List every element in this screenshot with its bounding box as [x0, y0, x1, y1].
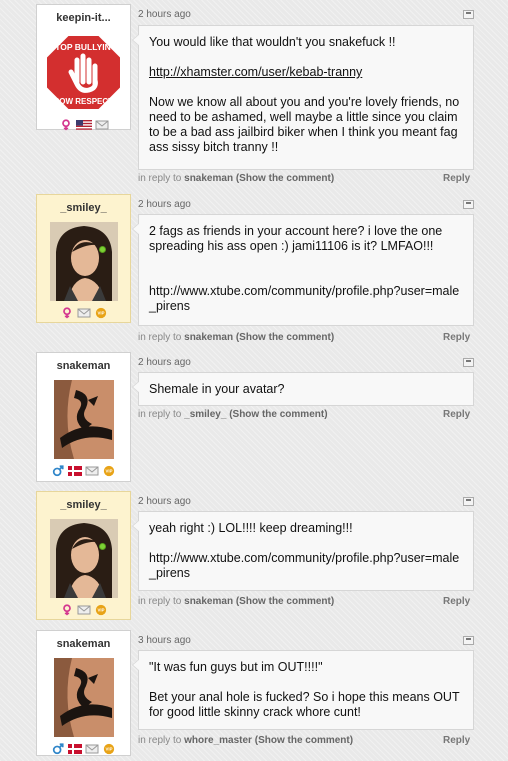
timestamp: 2 hours ago — [138, 199, 191, 210]
show-comment-link[interactable]: (Show the comment) — [236, 173, 334, 184]
avatar-photo — [49, 222, 118, 301]
reply-info: in reply to snakeman (Show the comment) — [138, 596, 335, 607]
timestamp: 2 hours ago — [138, 357, 191, 368]
vip-badge-icon: VIP — [95, 307, 106, 319]
user-card: _smiley_ VIP — [36, 194, 131, 323]
comment-text: 2 fags as friends in your account here? … — [149, 224, 443, 253]
collapse-icon[interactable] — [463, 200, 474, 209]
tattoo-avatar-photo — [53, 380, 114, 459]
reply-to-user[interactable]: snakeman — [184, 173, 233, 184]
comment-body: "It was fun guys but im OUT!!!!" Bet you… — [132, 650, 474, 730]
male-icon — [52, 743, 64, 755]
username[interactable]: _smiley_ — [37, 499, 130, 513]
collapse-icon[interactable] — [463, 358, 474, 367]
comment-body: yeah right :) LOL!!!! keep dreaming!!! h… — [132, 511, 474, 591]
comment-body: 2 fags as friends in your account here? … — [132, 214, 474, 326]
reply-button[interactable]: Reply — [443, 173, 470, 184]
comment-url-text: http://www.xtube.com/community/profile.p… — [149, 284, 460, 313]
comment-text-continued: Bet your anal hole is fucked? So i hope … — [149, 690, 460, 719]
reply-to-user[interactable]: _smiley_ — [184, 409, 226, 420]
comment-body: Shemale in your avatar? — [132, 372, 474, 406]
username[interactable]: keepin-it... — [37, 12, 130, 26]
comment-text: Shemale in your avatar? — [149, 382, 285, 396]
flag-dk-icon — [68, 744, 82, 754]
timestamp: 2 hours ago — [138, 496, 191, 507]
mail-icon[interactable] — [85, 743, 99, 755]
user-card: keepin-it... STOP BULLYING SOW RESPECT — [36, 4, 131, 132]
user-icons: VIP — [37, 603, 130, 617]
avatar[interactable] — [49, 519, 118, 598]
online-status-icon — [98, 543, 106, 550]
reply-button[interactable]: Reply — [443, 735, 470, 746]
female-icon — [62, 307, 71, 319]
flag-us-icon — [75, 120, 92, 130]
show-comment-link[interactable]: (Show the comment) — [236, 596, 334, 607]
comment-text: You would like that wouldn't you snakefu… — [149, 35, 396, 49]
user-card: _smiley_ VIP — [36, 491, 131, 620]
comment-body: You would like that wouldn't you snakefu… — [132, 25, 474, 170]
reply-to-user[interactable]: snakeman — [184, 596, 233, 607]
username[interactable]: _smiley_ — [37, 202, 130, 216]
comment-url-text: http://www.xtube.com/community/profile.p… — [149, 551, 460, 580]
tattoo-avatar-photo — [53, 658, 114, 737]
collapse-icon[interactable] — [463, 10, 474, 19]
timestamp: 3 hours ago — [138, 635, 191, 646]
mail-icon[interactable] — [85, 465, 99, 477]
male-icon — [52, 465, 64, 477]
avatar-top-text: STOP BULLYING — [50, 42, 118, 52]
timestamp: 2 hours ago — [138, 9, 191, 20]
mail-icon[interactable] — [77, 604, 91, 616]
comment-text: yeah right :) LOL!!!! keep dreaming!!! — [149, 521, 353, 535]
collapse-icon[interactable] — [463, 636, 474, 645]
reply-button[interactable]: Reply — [443, 332, 470, 343]
comment-thread: keepin-it... STOP BULLYING SOW RESPECT 2… — [0, 0, 508, 761]
reply-info: in reply to snakeman (Show the comment) — [138, 173, 335, 184]
mail-icon[interactable] — [77, 307, 91, 319]
flag-dk-icon — [68, 466, 82, 476]
user-card: snakeman VIP — [36, 352, 131, 482]
vip-badge-icon: VIP — [95, 604, 106, 616]
online-status-icon — [98, 246, 106, 253]
reply-to-user[interactable]: whore_master — [184, 735, 252, 746]
reply-button[interactable]: Reply — [443, 596, 470, 607]
collapse-icon[interactable] — [463, 497, 474, 506]
reply-info: in reply to whore_master (Show the comme… — [138, 735, 354, 746]
avatar[interactable] — [53, 380, 114, 459]
user-icons: VIP — [37, 306, 130, 320]
user-icons — [37, 118, 130, 132]
vip-badge-icon: VIP — [103, 465, 115, 477]
female-icon — [62, 604, 71, 616]
reply-info: in reply to snakeman (Show the comment) — [138, 332, 335, 343]
show-comment-link[interactable]: (Show the comment) — [229, 409, 327, 420]
username[interactable]: snakeman — [37, 638, 130, 652]
username[interactable]: snakeman — [37, 360, 130, 374]
avatar-bottom-text: SOW RESPECT — [54, 97, 113, 106]
svg-text:VIP: VIP — [106, 469, 113, 474]
svg-text:VIP: VIP — [106, 747, 113, 752]
avatar-photo — [49, 519, 118, 598]
user-card: snakeman VIP — [36, 630, 131, 756]
avatar[interactable]: STOP BULLYING SOW RESPECT — [43, 32, 124, 113]
female-icon — [61, 119, 70, 131]
user-icons: VIP — [37, 742, 130, 756]
reply-button[interactable]: Reply — [443, 409, 470, 420]
comment-text: "It was fun guys but im OUT!!!!" — [149, 660, 323, 674]
avatar[interactable] — [53, 658, 114, 737]
show-comment-link[interactable]: (Show the comment) — [236, 332, 334, 343]
show-comment-link[interactable]: (Show the comment) — [255, 735, 353, 746]
comment-text-continued: Now we know all about you and you're lov… — [149, 95, 460, 154]
profile-link[interactable]: http://xhamster.com/user/kebab-tranny — [149, 65, 362, 79]
user-icons: VIP — [37, 464, 130, 478]
svg-text:VIP: VIP — [97, 608, 104, 613]
svg-text:VIP: VIP — [97, 311, 104, 316]
reply-to-user[interactable]: snakeman — [184, 332, 233, 343]
mail-icon[interactable] — [95, 119, 109, 131]
reply-info: in reply to _smiley_ (Show the comment) — [138, 409, 328, 420]
avatar[interactable] — [49, 222, 118, 301]
vip-badge-icon: VIP — [103, 743, 115, 755]
stop-bullying-avatar-image: STOP BULLYING SOW RESPECT — [43, 32, 124, 113]
